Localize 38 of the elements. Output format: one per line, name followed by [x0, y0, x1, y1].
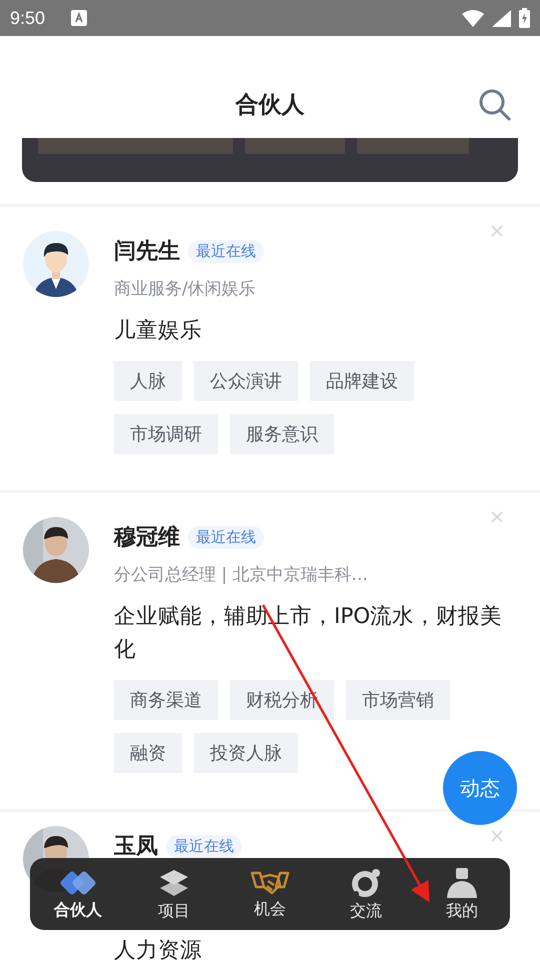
online-badge: 最近在线	[166, 834, 242, 858]
nav-tab[interactable]: 项目	[134, 866, 214, 922]
partner-subtitle: 商业服务/休闲娱乐	[114, 278, 257, 300]
partner-name: 穆冠维	[114, 524, 180, 552]
close-icon[interactable]	[491, 225, 503, 237]
person-icon	[446, 866, 478, 898]
partner-name: 闫先生	[114, 238, 180, 266]
nav-tab[interactable]: 合伙人	[38, 868, 118, 920]
skill-tag: 融资	[114, 733, 182, 773]
skill-tag: 公众演讲	[194, 361, 298, 401]
online-badge: 最近在线	[188, 240, 264, 262]
page-title: 合伙人	[236, 90, 304, 120]
signal-icon	[492, 10, 511, 26]
battery-icon	[519, 8, 530, 28]
partner-intro: 人力资源	[114, 937, 202, 960]
skill-tag: 商务渠道	[114, 680, 218, 720]
close-icon[interactable]	[491, 511, 503, 523]
skill-tag: 服务意识	[230, 414, 334, 454]
nav-tab[interactable]: 交流	[326, 866, 406, 922]
close-icon[interactable]	[491, 830, 503, 842]
status-time: 9:50	[10, 8, 46, 28]
ring-icon	[350, 866, 382, 898]
wifi-icon	[462, 10, 484, 26]
nav-tab[interactable]: 机会	[230, 868, 310, 920]
partner-subtitle: 分公司总经理 | 北京中京瑞丰科...	[114, 564, 369, 586]
partner-intro: 儿童娱乐	[114, 317, 202, 345]
skill-tag: 市场调研	[114, 414, 218, 454]
moments-button[interactable]: 动态	[443, 751, 517, 825]
partner-name: 玉凤	[114, 833, 158, 861]
skill-tag: 市场营销	[346, 680, 450, 720]
notification-icon	[71, 10, 88, 26]
skill-tag: 人脉	[114, 361, 182, 401]
search-icon[interactable]	[478, 88, 512, 122]
nav-tab[interactable]: 我的	[422, 866, 502, 922]
skill-tag: 财税分析	[230, 680, 334, 720]
skill-tag: 投资人脉	[194, 733, 298, 773]
skill-tag: 品牌建设	[310, 361, 414, 401]
online-badge: 最近在线	[188, 526, 264, 548]
